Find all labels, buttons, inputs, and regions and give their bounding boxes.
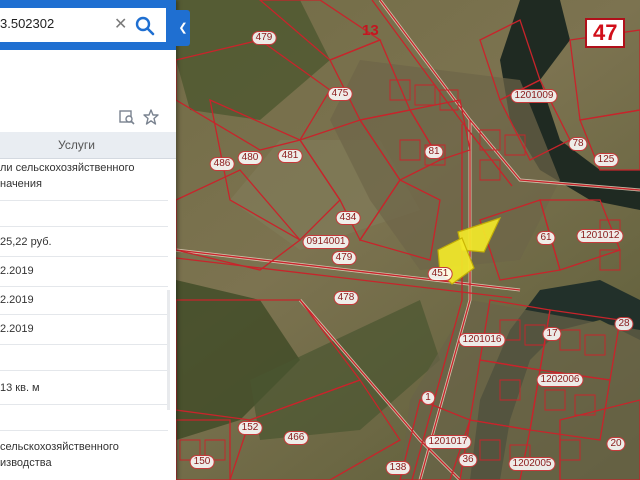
parcel-label[interactable]: 1201017 xyxy=(424,435,472,449)
divider xyxy=(0,404,168,405)
parcel-label[interactable]: 1201016 xyxy=(458,333,506,347)
tab-services-label: Услуги xyxy=(58,138,95,152)
parcel-label[interactable]: 28 xyxy=(614,317,634,331)
divider xyxy=(0,286,168,287)
parcel-label[interactable]: 152 xyxy=(237,421,263,435)
parcel-label[interactable]: 1202006 xyxy=(536,373,584,387)
parcel-label[interactable]: 61 xyxy=(536,231,556,245)
parcel-label[interactable]: 1 xyxy=(421,391,435,405)
parcel-label[interactable]: 150 xyxy=(189,455,215,469)
parcel-label[interactable]: 478 xyxy=(333,291,359,305)
parcel-label[interactable]: 78 xyxy=(568,137,588,151)
parcel-label[interactable]: 475 xyxy=(327,87,353,101)
info-line: ли сельскохозяйственного xyxy=(0,162,135,174)
panel-scrollbar[interactable] xyxy=(167,290,170,410)
locate-list-icon[interactable] xyxy=(118,108,136,126)
parcel-label[interactable]: 36 xyxy=(458,453,478,467)
parcel-label[interactable]: 1201009 xyxy=(510,89,558,103)
parcel-label[interactable]: 434 xyxy=(335,211,361,225)
star-icon[interactable] xyxy=(142,108,160,126)
district-number-label: 47 xyxy=(585,18,626,48)
parcel-label[interactable]: 125 xyxy=(593,153,619,167)
info-line: 25,22 руб. xyxy=(0,236,52,248)
parcel-label[interactable]: 138 xyxy=(385,461,411,475)
divider xyxy=(0,256,168,257)
parcel-label[interactable]: 466 xyxy=(283,431,309,445)
parcel-label[interactable]: 479 xyxy=(251,31,277,45)
info-line: 13 кв. м xyxy=(0,382,40,394)
parcel-label[interactable]: 0914001 xyxy=(302,235,350,249)
parcel-label[interactable]: 17 xyxy=(542,327,562,341)
divider xyxy=(0,314,168,315)
parcel-label[interactable]: 20 xyxy=(606,437,626,451)
parcel-label[interactable]: 451 xyxy=(427,267,453,281)
chevron-left-icon[interactable]: ❮ xyxy=(176,10,190,46)
info-line: 2.2019 xyxy=(0,323,34,335)
info-line: 2.2019 xyxy=(0,294,34,306)
info-line: начения xyxy=(0,178,42,190)
road-label: 13 xyxy=(362,22,379,39)
divider xyxy=(0,370,168,371)
info-line: 2.2019 xyxy=(0,265,34,277)
divider xyxy=(0,226,168,227)
close-icon[interactable]: ✕ xyxy=(114,16,127,34)
search-input[interactable] xyxy=(0,16,108,31)
info-panel: ✕ Услуги ли сельскохозяйственного начени… xyxy=(0,0,176,480)
parcel-label[interactable]: 481 xyxy=(277,149,303,163)
divider xyxy=(0,344,168,345)
parcel-label[interactable]: 480 xyxy=(237,151,263,165)
divider xyxy=(0,430,168,431)
search-bar: ✕ xyxy=(0,0,176,50)
info-line: сельскохозяйственного xyxy=(0,441,119,453)
search-icon[interactable] xyxy=(134,15,156,37)
parcel-label[interactable]: 1202005 xyxy=(508,457,556,471)
parcel-label[interactable]: 81 xyxy=(424,145,444,159)
parcel-label[interactable]: 479 xyxy=(331,251,357,265)
info-line: изводства xyxy=(0,457,52,469)
divider xyxy=(0,200,168,201)
parcel-label[interactable]: 486 xyxy=(209,157,235,171)
search-box: ✕ xyxy=(0,8,166,42)
tab-services[interactable]: Услуги xyxy=(0,132,176,159)
parcel-label[interactable]: 1201012 xyxy=(576,229,624,243)
